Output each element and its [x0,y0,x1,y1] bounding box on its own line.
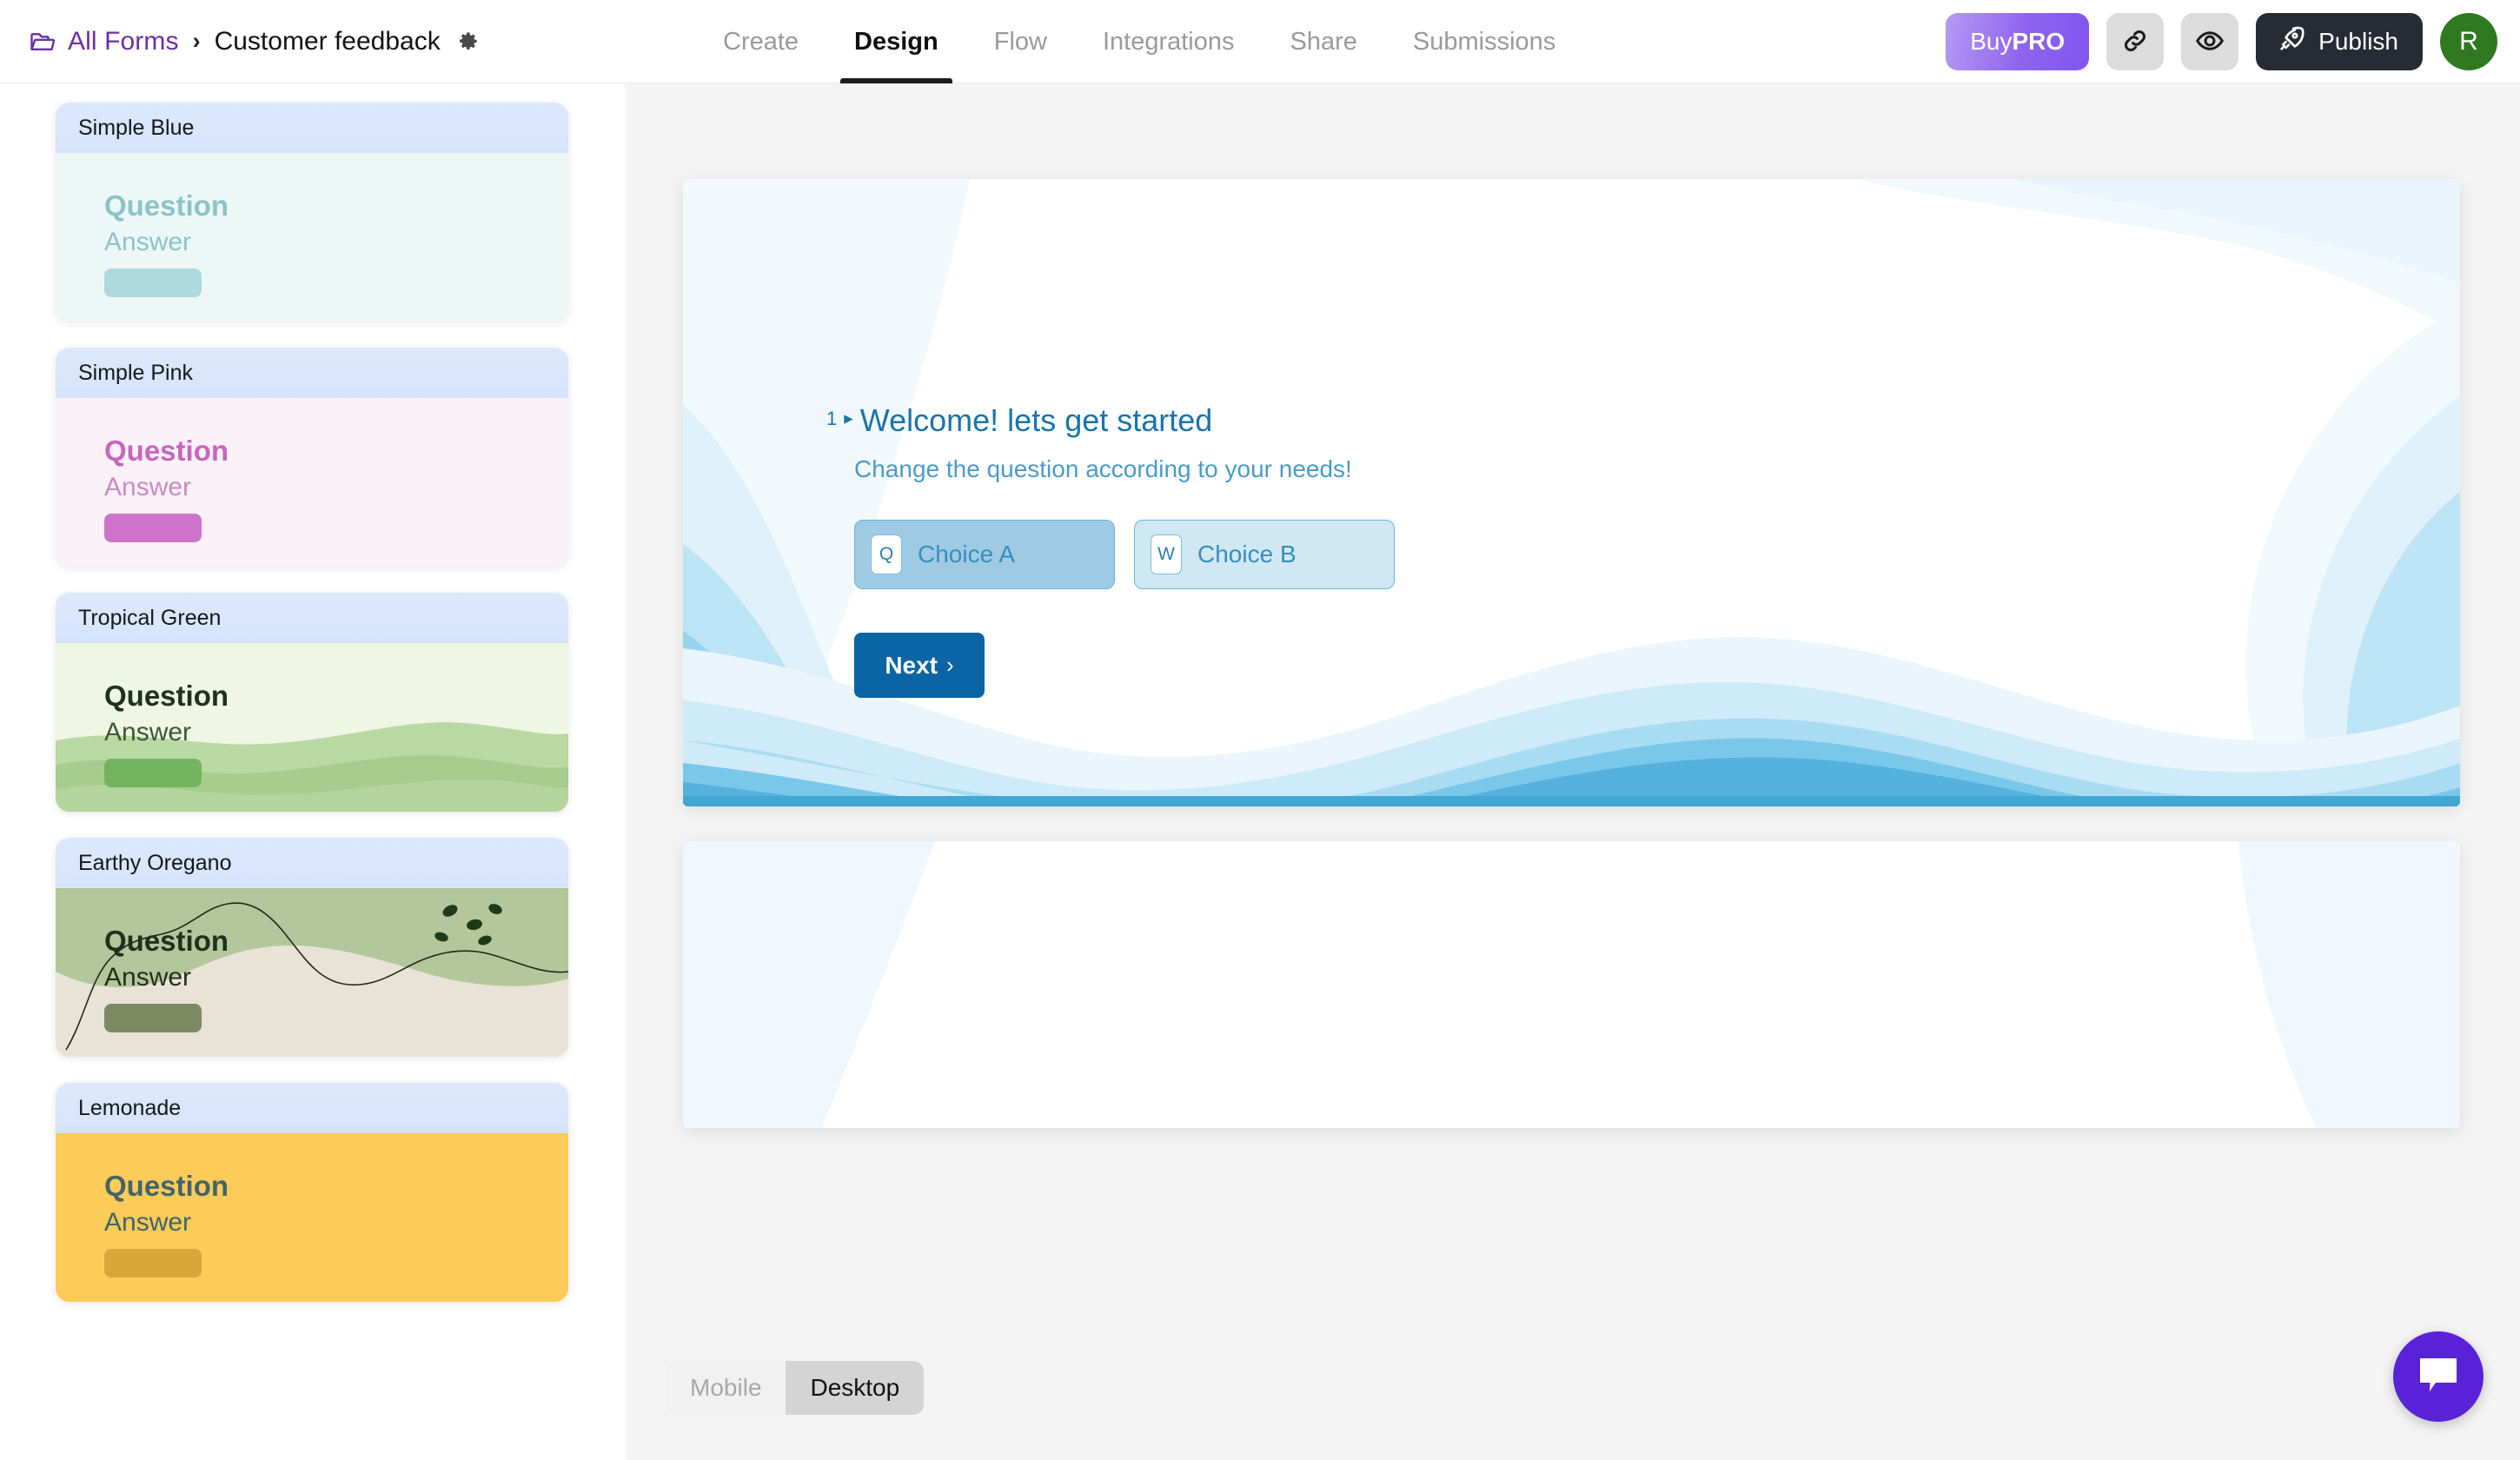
next-button[interactable]: Next › [854,633,985,698]
question-heading: 1 ▸ Welcome! lets get started [826,401,1395,440]
theme-card-simple-blue[interactable]: Simple Blue Question Answer [56,103,568,322]
theme-card-simple-pink[interactable]: Simple Pink Question Answer [56,348,568,567]
buy-pro-strong: PRO [2012,28,2066,55]
question-number: 1 [826,408,838,429]
top-bar: All Forms › Customer feedback Create Des… [0,0,2520,83]
main-tabs: Create Design Flow Integrations Share Su… [695,0,1583,83]
caret-icon: ▸ [844,408,853,428]
theme-preview: Question Answer [56,153,568,322]
theme-card-title: Earthy Oregano [56,838,568,888]
question-title[interactable]: Welcome! lets get started [860,401,1213,440]
viewport-desktop-button[interactable]: Desktop [786,1361,925,1415]
tab-submissions[interactable]: Submissions [1385,0,1583,83]
preview-button[interactable] [2181,13,2239,70]
question-block: 1 ▸ Welcome! lets get started Change the… [826,401,1395,698]
theme-answer-label: Answer [104,717,192,747]
theme-card-title: Simple Pink [56,348,568,398]
buy-pro-prefix: Buy [1970,28,2013,55]
theme-question-label: Question [104,189,229,222]
question-subtitle[interactable]: Change the question according to your ne… [854,455,1395,483]
theme-card-lemonade[interactable]: Lemonade Question Answer [56,1083,568,1302]
chat-bubble-icon [2417,1356,2460,1398]
theme-preview: Question Answer [56,398,568,567]
theme-card-tropical-green[interactable]: Tropical Green Question Answer [56,593,568,812]
theme-card-title: Tropical Green [56,593,568,643]
breadcrumb: All Forms › Customer feedback [0,0,480,83]
gear-icon[interactable] [453,30,480,53]
link-icon [2120,26,2150,58]
theme-button-swatch [104,758,202,787]
theme-card-earthy-oregano[interactable]: Earthy Oregano Question Answer [56,838,568,1057]
theme-preview: Question Answer [56,1133,568,1302]
wave-background-secondary [683,841,2460,1128]
theme-question-label: Question [104,1170,229,1202]
theme-button-swatch [104,1003,202,1032]
chevron-right-icon: › [946,652,954,678]
choice-list: Q Choice A W Choice B [854,520,1395,589]
header-actions: Buy PRO Publish R [1946,0,2497,83]
choice-label: Choice B [1197,541,1296,567]
theme-answer-label: Answer [104,472,192,501]
publish-label: Publish [2318,28,2398,55]
breadcrumb-separator: › [192,28,201,54]
theme-answer-label: Answer [104,1207,192,1237]
tab-share[interactable]: Share [1263,0,1385,83]
next-label: Next [885,651,938,679]
rocket-icon [2277,24,2306,60]
form-preview-slide-next[interactable] [683,841,2460,1128]
choice-option-a[interactable]: Q Choice A [854,520,1115,589]
publish-button[interactable]: Publish [2256,13,2423,70]
theme-preview: Question Answer [56,888,568,1057]
theme-button-swatch [104,1248,202,1278]
theme-card-title: Simple Blue [56,103,568,153]
avatar[interactable]: R [2440,13,2497,70]
theme-card-title: Lemonade [56,1083,568,1133]
tab-integrations[interactable]: Integrations [1075,0,1263,83]
chat-support-button[interactable] [2393,1331,2484,1422]
buy-pro-button[interactable]: Buy PRO [1946,13,2090,70]
theme-sidebar[interactable]: Simple Blue Question Answer Simple Pink … [0,83,626,1460]
theme-answer-label: Answer [104,962,192,992]
theme-question-label: Question [104,435,229,467]
viewport-mobile-button[interactable]: Mobile [666,1361,786,1415]
choice-option-b[interactable]: W Choice B [1134,520,1395,589]
theme-answer-label: Answer [104,227,192,256]
tab-create[interactable]: Create [695,0,826,83]
theme-button-swatch [104,513,202,542]
page-title: Customer feedback [214,26,441,56]
tab-design[interactable]: Design [826,0,966,83]
choice-key-badge: W [1151,534,1182,574]
copy-link-button[interactable] [2106,13,2165,70]
breadcrumb-all-forms[interactable]: All Forms [68,27,179,56]
choice-key-badge: Q [871,534,902,574]
choice-label: Choice A [918,541,1016,567]
eye-icon [2194,25,2225,59]
tab-flow[interactable]: Flow [966,0,1075,83]
avatar-initial: R [2459,27,2478,56]
theme-button-swatch [104,268,202,297]
viewport-toggle: Mobile Desktop [666,1361,925,1415]
folder-icon [30,30,56,53]
theme-question-label: Question [104,680,229,712]
theme-preview: Question Answer [56,643,568,812]
preview-canvas[interactable]: 1 ▸ Welcome! lets get started Change the… [627,83,2520,1460]
form-preview-slide[interactable]: 1 ▸ Welcome! lets get started Change the… [683,179,2460,806]
theme-question-label: Question [104,925,229,957]
